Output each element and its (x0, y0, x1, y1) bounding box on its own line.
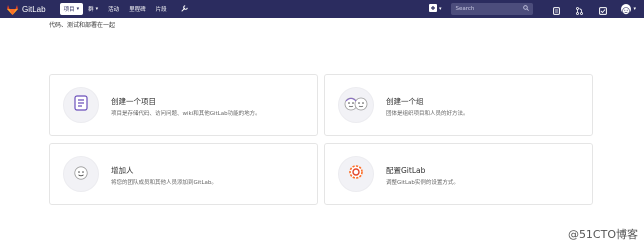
brand-name: GitLab (22, 4, 46, 14)
configure-gitlab-card[interactable]: 配置GitLab 调整GitLab实例的设置方式。 (324, 143, 593, 205)
nav-projects[interactable]: 项目 ▾ (59, 3, 84, 15)
chevron-down-icon: ▾ (438, 6, 442, 12)
chevron-down-icon: ▾ (76, 6, 80, 12)
main-nav: 项目 ▾ 群 ▾ 活动 里程碑 片段 (59, 0, 193, 18)
add-people-card[interactable]: 增加人 将您的团队成员和其他人员添加到GitLab。 (49, 143, 318, 205)
gitlab-logo-icon (7, 0, 18, 19)
todo-check-icon (599, 0, 608, 19)
group-icon (344, 96, 368, 115)
navbar-right: ▾ Search ▾ (428, 0, 636, 19)
card-title: 配置GitLab (386, 166, 426, 175)
admin-area-link[interactable] (176, 0, 193, 18)
nav-snippets[interactable]: 片段 (151, 0, 172, 18)
nav-projects-label: 项目 (63, 7, 75, 13)
merge-request-icon (576, 0, 584, 19)
issues-link[interactable] (553, 0, 561, 19)
card-description: 调整GitLab实例的设置方式。 (386, 180, 459, 186)
merge-requests-link[interactable] (576, 0, 584, 19)
chevron-down-icon: ▾ (95, 6, 99, 12)
card-title: 创建一个项目 (111, 97, 156, 106)
chevron-down-icon: ▾ (633, 6, 636, 12)
nav-groups-label: 群 (88, 7, 94, 13)
top-navbar: GitLab 项目 ▾ 群 ▾ 活动 里程碑 片段 ▾ Search ▾ (0, 0, 644, 18)
smiley-avatar-icon (622, 0, 631, 19)
search-placeholder: Search (455, 6, 475, 12)
nav-groups[interactable]: 群 ▾ (83, 0, 103, 18)
search-icon (523, 5, 530, 13)
card-title: 增加人 (111, 166, 134, 175)
settings-icon (348, 164, 364, 184)
wrench-icon (181, 4, 188, 14)
card-description: 团体是组织项目和人员的好方法。 (386, 111, 469, 117)
todos-link[interactable] (599, 0, 608, 19)
nav-milestones[interactable]: 里程碑 (124, 0, 151, 18)
create-project-card[interactable]: 创建一个项目 项目是存储代码、访问问题、wiki和其他GitLab功能的地方。 (49, 74, 318, 136)
group-icon-circle (338, 87, 374, 123)
issues-icon (553, 0, 561, 19)
project-icon-circle (63, 87, 99, 123)
project-icon (74, 95, 88, 115)
brand-link[interactable]: GitLab (7, 0, 46, 18)
card-description: 将您的团队成员和其他人员添加到GitLab。 (111, 180, 217, 186)
page-tagline: 代码、测试和部署在一起 (49, 22, 116, 29)
watermark: @51CTO博客 (567, 228, 638, 241)
search-input[interactable]: Search (451, 3, 534, 15)
user-icon-circle (63, 156, 99, 192)
settings-icon-circle (338, 156, 374, 192)
user-avatar[interactable] (621, 4, 632, 15)
card-description: 项目是存储代码、访问问题、wiki和其他GitLab功能的地方。 (111, 111, 261, 117)
new-dropdown-button[interactable]: ▾ (428, 4, 442, 14)
card-title: 创建一个组 (386, 97, 424, 106)
user-icon (74, 165, 88, 184)
nav-activity[interactable]: 活动 (103, 0, 124, 18)
plus-square-icon (428, 4, 437, 14)
create-group-card[interactable]: 创建一个组 团体是组织项目和人员的好方法。 (324, 74, 593, 136)
